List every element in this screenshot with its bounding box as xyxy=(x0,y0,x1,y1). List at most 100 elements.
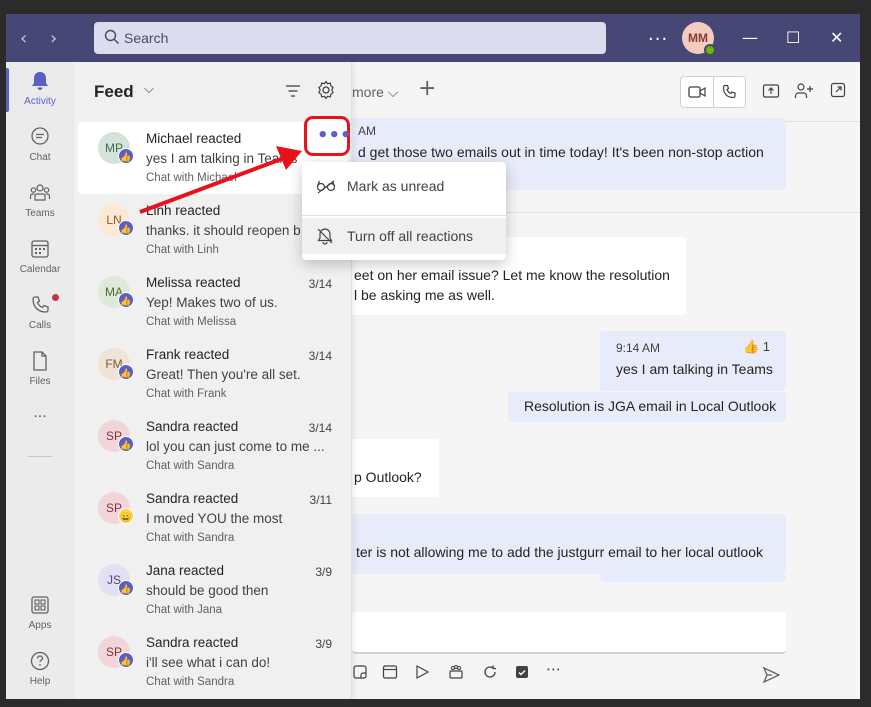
feed-item-date: 3/9 xyxy=(315,637,332,651)
praise-icon[interactable] xyxy=(448,664,464,680)
feed-item-date: 3/14 xyxy=(308,277,332,291)
message-text: p Outlook? xyxy=(354,469,422,485)
feed-item-title: Linh reacted xyxy=(146,203,221,218)
reaction-badge: 👍 xyxy=(118,652,134,668)
add-tab-icon[interactable]: + xyxy=(418,76,436,101)
feed-item-preview: lol you can just come to me ... xyxy=(146,439,325,454)
glasses-icon xyxy=(316,180,336,194)
rail-item-apps[interactable]: Apps xyxy=(6,586,74,642)
feed-item-subtitle: Chat with Frank xyxy=(146,388,227,400)
gear-icon[interactable] xyxy=(316,80,336,100)
maximize-icon[interactable]: ☐ xyxy=(786,28,800,47)
minimize-icon[interactable]: — xyxy=(742,28,758,47)
feed-item-title: Jana reacted xyxy=(146,563,225,578)
feed-title[interactable]: Feed xyxy=(94,82,134,102)
feed-item[interactable]: FM 👍 Frank reacted 3/14 Great! Then you'… xyxy=(78,338,348,410)
message-text: yes I am talking in Teams xyxy=(616,361,773,377)
search-icon xyxy=(104,29,119,44)
feed-item-preview: I moved YOU the most xyxy=(146,511,283,526)
rail-item-files[interactable]: Files xyxy=(6,342,74,398)
user-avatar[interactable]: MM xyxy=(682,22,716,56)
close-icon[interactable]: ✕ xyxy=(830,28,843,47)
message-bubble[interactable]: 9:14 AM 👍 1 yes I am talking in Teams xyxy=(600,331,786,391)
feed-item[interactable]: JS 👍 Jana reacted 3/9 should be good the… xyxy=(78,554,348,626)
bell-off-icon xyxy=(317,228,333,245)
rail-label: Calendar xyxy=(19,264,61,275)
video-call-icon[interactable] xyxy=(688,85,706,99)
approvals-icon[interactable] xyxy=(514,664,530,680)
feed-item-date: 3/9 xyxy=(315,565,332,579)
help-icon xyxy=(30,651,50,671)
activity-feed: Feed ⌵ MP 👍 Michael reacted yes I am tal… xyxy=(74,62,352,699)
back-icon[interactable]: ‹ xyxy=(20,28,27,49)
rail-item-help[interactable]: Help xyxy=(6,642,74,698)
loop-icon[interactable] xyxy=(482,664,498,680)
chevron-down-icon[interactable]: ⌵ xyxy=(144,82,154,97)
share-screen-icon[interactable] xyxy=(762,82,780,100)
feed-item-subtitle: Chat with Sandra xyxy=(146,532,235,544)
file-icon xyxy=(33,351,47,371)
chat-icon xyxy=(31,127,49,145)
message-text: d get those two emails out in time today… xyxy=(358,144,764,160)
feed-item-title: Michael reacted xyxy=(146,131,242,146)
message-bubble[interactable]: ter is not allowing me to add the justgu… xyxy=(336,514,786,574)
menu-item-label: Turn off all reactions xyxy=(347,228,474,244)
forward-icon[interactable]: › xyxy=(50,28,57,49)
rail-item-more[interactable]: ... xyxy=(6,404,74,460)
pop-out-icon[interactable] xyxy=(830,82,846,98)
feed-item-preview: Yep! Makes two of us. xyxy=(146,295,278,310)
app-rail: Activity Chat Teams Calendar Calls Files… xyxy=(6,62,74,699)
menu-item-turn-off-reactions[interactable]: Turn off all reactions xyxy=(302,218,506,254)
user-initials: MM xyxy=(688,31,708,45)
message-text: eet on her email issue? Let me know the … xyxy=(354,267,670,283)
schedule-meeting-icon[interactable] xyxy=(382,664,398,680)
feed-item[interactable]: SP 😄 Sandra reacted 3/11 I moved YOU the… xyxy=(78,482,348,554)
tab-more-label: more xyxy=(352,84,384,100)
rail-label: Calls xyxy=(28,320,52,331)
reaction-count[interactable]: 👍 1 xyxy=(743,339,770,355)
divider xyxy=(713,77,714,107)
filter-icon[interactable] xyxy=(284,82,302,100)
rail-label: Teams xyxy=(25,208,55,219)
rail-item-teams[interactable]: Teams xyxy=(6,174,74,230)
stream-icon[interactable] xyxy=(414,664,430,680)
feed-item-subtitle: Chat with Sandra xyxy=(146,676,235,688)
more-options-button[interactable]: ••• xyxy=(304,116,352,156)
search-placeholder: Search xyxy=(124,30,169,46)
menu-item-mark-unread[interactable]: Mark as unread xyxy=(302,168,506,204)
add-people-icon[interactable] xyxy=(794,82,814,100)
feed-item-subtitle: Chat with Jana xyxy=(146,604,223,616)
send-icon[interactable] xyxy=(762,666,780,684)
feed-item[interactable]: SP 👍 Sandra reacted 3/14 lol you can jus… xyxy=(78,410,348,482)
tab-more[interactable]: more ⌵ xyxy=(352,84,398,101)
sticker-icon[interactable] xyxy=(352,664,368,680)
rail-item-chat[interactable]: Chat xyxy=(6,118,74,174)
feed-item-date: 3/11 xyxy=(309,493,332,507)
reaction-badge: 👍 xyxy=(118,148,134,164)
rail-item-calls[interactable]: Calls xyxy=(6,286,74,342)
menu-divider xyxy=(302,215,506,216)
phone-icon xyxy=(32,296,49,313)
message-timestamp: AM xyxy=(358,124,376,138)
rail-item-activity[interactable]: Activity xyxy=(6,62,74,118)
menu-item-label: Mark as unread xyxy=(347,178,445,194)
reaction-badge: 😄 xyxy=(118,508,134,524)
message-text: l be asking me as well. xyxy=(354,287,495,303)
feed-item[interactable]: MA 👍 Melissa reacted 3/14 Yep! Makes two… xyxy=(78,266,348,338)
message-bubble xyxy=(600,574,786,582)
search-input[interactable]: Search xyxy=(94,22,606,54)
message-composer[interactable] xyxy=(352,612,786,654)
more-options-icon[interactable]: ⋯ xyxy=(546,660,561,678)
status-available-icon xyxy=(704,44,716,56)
feed-item[interactable]: SP 👍 Sandra reacted 3/9 i'll see what i … xyxy=(78,626,348,698)
audio-call-icon[interactable] xyxy=(721,84,737,100)
message-bubble[interactable]: Resolution is JGA email in Local Outlook xyxy=(508,392,786,422)
rail-label: Chat xyxy=(29,152,51,163)
reaction-badge: 👍 xyxy=(118,292,134,308)
rail-divider xyxy=(28,456,52,457)
message-timestamp: 9:14 AM xyxy=(616,341,661,355)
settings-more-button[interactable]: ... xyxy=(648,24,668,45)
more-icon: ... xyxy=(33,404,47,421)
call-buttons xyxy=(680,76,746,108)
rail-item-calendar[interactable]: Calendar xyxy=(6,230,74,286)
